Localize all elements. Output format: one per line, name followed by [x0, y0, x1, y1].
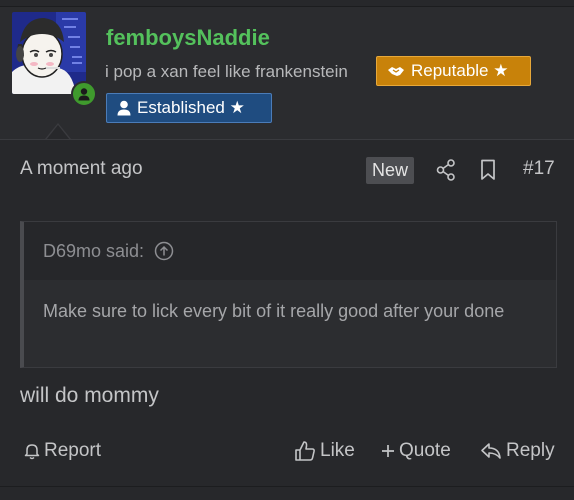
quote-author[interactable]: D69mo said: — [43, 241, 144, 262]
handshake-icon — [387, 64, 405, 78]
plus-icon — [381, 444, 395, 458]
reputable-badge-label: Reputable ★ — [411, 61, 509, 80]
arrow-up-circle-icon[interactable] — [154, 241, 174, 261]
avatar-image — [12, 12, 86, 94]
like-button[interactable]: Like — [294, 440, 355, 462]
report-button[interactable]: Report — [24, 440, 101, 462]
post-timestamp[interactable]: A moment ago — [20, 158, 143, 180]
bell-icon — [24, 442, 40, 460]
quote-block: D69mo said: Make sure to lick every bit … — [20, 221, 557, 368]
established-badge-label: Established ★ — [137, 98, 245, 117]
reply-label: Reply — [506, 440, 555, 461]
established-badge: Established ★ — [106, 93, 272, 123]
header-pointer-inner — [46, 125, 70, 140]
avatar[interactable] — [12, 12, 97, 107]
header-divider — [0, 139, 574, 140]
like-label: Like — [320, 440, 355, 461]
user-online-icon — [71, 81, 97, 107]
quote-button[interactable]: Quote — [381, 440, 451, 462]
new-badge: New — [366, 157, 414, 184]
quote-label: Quote — [399, 440, 451, 461]
report-label: Report — [44, 440, 102, 461]
post-message: will do mommy — [20, 384, 159, 407]
reply-button[interactable]: Reply — [480, 440, 555, 462]
reputable-badge: Reputable ★ — [376, 56, 531, 86]
username-link[interactable]: femboysNaddie — [106, 25, 270, 51]
quote-text: Make sure to lick every bit of it really… — [43, 301, 505, 321]
user-icon — [117, 100, 131, 116]
post-number-link[interactable]: #17 — [523, 158, 555, 180]
bottom-divider — [0, 486, 574, 487]
share-icon[interactable] — [436, 159, 456, 186]
user-title: i pop a xan feel like frankenstein — [105, 62, 348, 81]
bookmark-icon[interactable] — [480, 159, 496, 186]
quote-header[interactable]: D69mo said: — [24, 222, 556, 280]
reply-icon — [480, 442, 502, 460]
thumbs-up-icon — [294, 440, 316, 462]
